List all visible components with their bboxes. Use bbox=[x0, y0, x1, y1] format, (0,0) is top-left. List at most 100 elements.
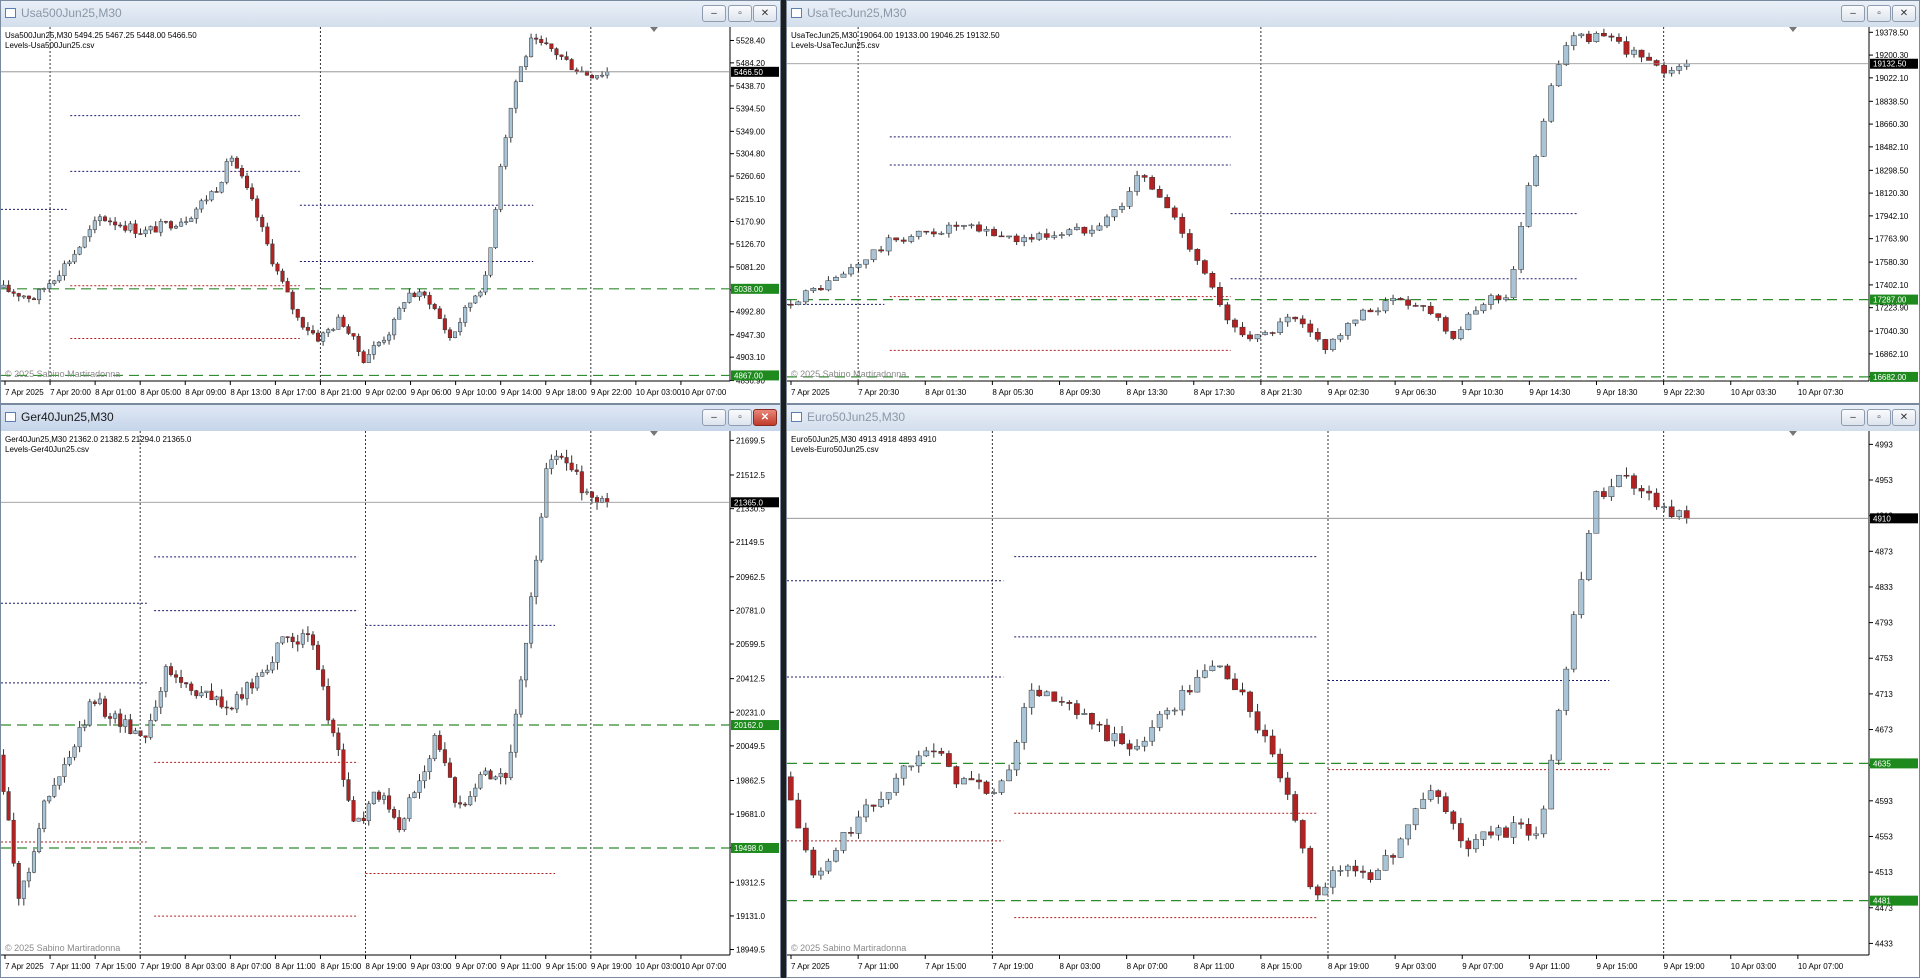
candle-body bbox=[1104, 724, 1110, 742]
candle-body bbox=[1314, 331, 1321, 340]
candle-body bbox=[473, 787, 478, 797]
chart-window-ger40[interactable]: Ger40Jun25,M30 – ▫ ✕ 21699.5 21512.5 21330… bbox=[0, 404, 781, 978]
candle-body bbox=[478, 291, 483, 297]
candle-body bbox=[422, 291, 427, 296]
candle-body bbox=[574, 469, 579, 472]
window-title: Usa500Jun25,M30 bbox=[21, 6, 122, 20]
candle-body bbox=[968, 778, 975, 781]
candle-body bbox=[1540, 120, 1547, 157]
price-chart[interactable]: 4993495349134873483347934753471346734633… bbox=[787, 431, 1919, 977]
candle-body bbox=[219, 182, 224, 193]
candle-body bbox=[848, 267, 854, 275]
candle-body bbox=[310, 330, 315, 334]
support-level-label: 4635 bbox=[1873, 759, 1891, 768]
maximize-button[interactable]: ▫ bbox=[728, 5, 752, 22]
candle-body bbox=[549, 43, 554, 49]
time-tick-label: 9 Apr 02:00 bbox=[366, 388, 407, 397]
time-tick-label: 8 Apr 13:30 bbox=[1127, 388, 1168, 397]
price-chart[interactable]: 21699.521512.521330.521149.520962.520781… bbox=[1, 431, 780, 977]
chart-window-usa500[interactable]: Usa500Jun25,M30 – ▫ ✕ 5528.40 5484.20 5438… bbox=[0, 0, 781, 404]
candle-body bbox=[998, 235, 1005, 238]
candle-body bbox=[1345, 323, 1351, 336]
price-tick-label: 17040.30 bbox=[1875, 327, 1909, 336]
candle-body bbox=[605, 498, 610, 503]
window-titlebar[interactable]: UsaTecJun25,M30 – ▫ ✕ bbox=[787, 1, 1919, 28]
candle-body bbox=[341, 749, 346, 780]
candle-body bbox=[554, 455, 559, 460]
candle-body bbox=[1435, 790, 1442, 797]
candle-body bbox=[1397, 838, 1404, 858]
price-tick-label: 19312.5 bbox=[736, 878, 765, 887]
candle-body bbox=[508, 751, 513, 778]
candle-body bbox=[1058, 701, 1065, 703]
price-tick-label: 20781.0 bbox=[736, 606, 765, 615]
candle-body bbox=[1585, 33, 1592, 43]
minimize-button[interactable]: – bbox=[702, 5, 726, 22]
candle-body bbox=[1427, 305, 1434, 314]
price-tick-label: 4833 bbox=[1875, 583, 1893, 592]
candle-body bbox=[1465, 840, 1472, 850]
candle-body bbox=[356, 335, 361, 352]
candle-body bbox=[513, 713, 518, 753]
levels-file-label: Levels-Usa500Jun25.csv bbox=[5, 41, 94, 50]
maximize-button[interactable]: ▫ bbox=[728, 409, 752, 426]
candle-body bbox=[1217, 287, 1223, 306]
candle-body bbox=[930, 231, 937, 235]
candle-body bbox=[488, 770, 493, 780]
minimize-button[interactable]: – bbox=[1841, 409, 1865, 426]
maximize-button[interactable]: ▫ bbox=[1867, 5, 1891, 22]
candle-body bbox=[513, 81, 518, 109]
candle-body bbox=[310, 634, 315, 646]
price-chart[interactable]: 19378.50 19200.30 19022.10 18838.50 18660.30… bbox=[787, 27, 1919, 403]
candle-body bbox=[1156, 189, 1163, 198]
candle-body bbox=[523, 56, 529, 67]
close-button[interactable]: ✕ bbox=[753, 409, 777, 426]
candle-body bbox=[802, 290, 809, 303]
close-button[interactable]: ✕ bbox=[753, 5, 777, 22]
window-titlebar[interactable]: Ger40Jun25,M30 – ▫ ✕ bbox=[1, 405, 780, 432]
candle-body bbox=[42, 288, 47, 290]
candle-body bbox=[1345, 865, 1351, 871]
maximize-button[interactable]: ▫ bbox=[1867, 409, 1891, 426]
candle-body bbox=[1638, 488, 1645, 492]
chart-window-usatec[interactable]: UsaTecJun25,M30 – ▫ ✕ 19378.50 19200.30 19… bbox=[786, 0, 1920, 404]
time-tick-label: 7 Apr 2025 bbox=[791, 388, 830, 397]
candle-body bbox=[539, 39, 544, 43]
candle-body bbox=[1548, 85, 1555, 122]
candle-body bbox=[1247, 691, 1253, 712]
candle-body bbox=[589, 491, 594, 498]
candle-body bbox=[998, 780, 1005, 793]
candle-body bbox=[1661, 506, 1668, 509]
candle-body bbox=[407, 292, 412, 303]
window-titlebar[interactable]: Usa500Jun25,M30 – ▫ ✕ bbox=[1, 1, 780, 28]
candle-body bbox=[189, 683, 194, 691]
candle-body bbox=[214, 191, 219, 193]
candle-body bbox=[840, 273, 847, 278]
minimize-button[interactable]: – bbox=[1841, 5, 1865, 22]
candle-body bbox=[976, 779, 982, 783]
candle-body bbox=[493, 209, 498, 248]
price-tick-label: 4993 bbox=[1875, 440, 1893, 449]
candle-body bbox=[915, 755, 922, 767]
candle-body bbox=[1036, 233, 1043, 240]
candle-body bbox=[564, 457, 569, 464]
minimize-button[interactable]: – bbox=[702, 409, 726, 426]
price-tick-label: 19131.0 bbox=[736, 912, 765, 921]
price-tick-label: 5528.40 bbox=[736, 36, 765, 45]
window-titlebar[interactable]: Euro50Jun25,M30 – ▫ ✕ bbox=[787, 405, 1919, 432]
candle-body bbox=[6, 284, 11, 293]
time-tick-label: 8 Apr 13:00 bbox=[230, 388, 271, 397]
candle-body bbox=[300, 633, 305, 645]
candle-body bbox=[1322, 886, 1329, 896]
close-button[interactable]: ✕ bbox=[1892, 5, 1916, 22]
close-button[interactable]: ✕ bbox=[1892, 409, 1916, 426]
candle-body bbox=[1540, 808, 1547, 835]
candle-body bbox=[1224, 304, 1231, 321]
candle-body bbox=[1360, 309, 1366, 321]
candle-body bbox=[1081, 226, 1088, 234]
candle-body bbox=[229, 707, 234, 710]
price-chart[interactable]: 5528.40 5484.20 5438.70 5394.50 5349.00 5304.… bbox=[1, 27, 780, 403]
candle-body bbox=[1254, 711, 1261, 731]
candle-body bbox=[37, 828, 42, 852]
chart-window-euro50[interactable]: Euro50Jun25,M30 – ▫ ✕ 499349534913487348… bbox=[786, 404, 1920, 978]
